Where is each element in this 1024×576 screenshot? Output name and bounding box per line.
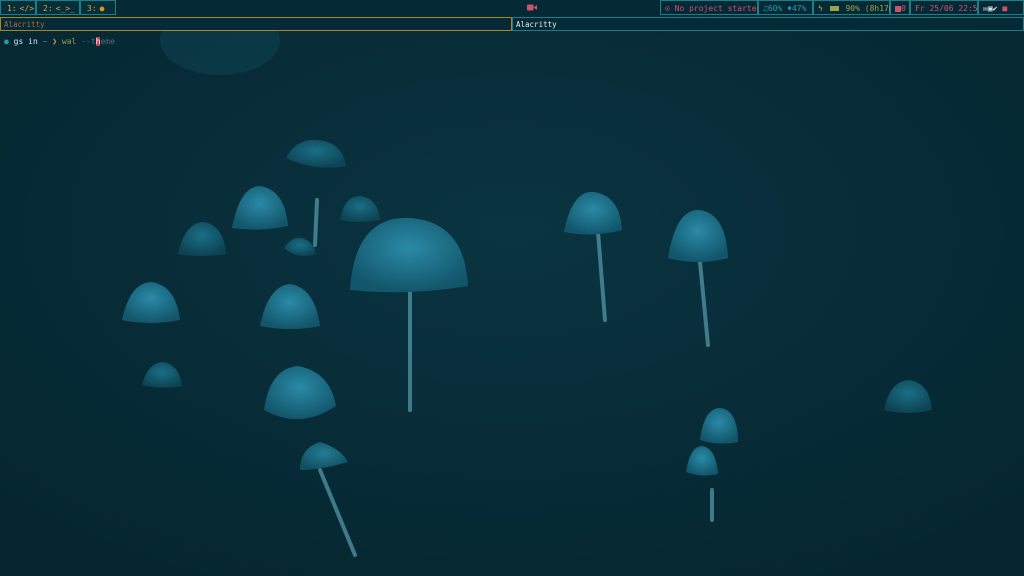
terminal-icon: <_>_ xyxy=(55,4,75,13)
notification-count: 0 xyxy=(901,4,906,13)
window-title-left[interactable]: Alacritty xyxy=(0,17,512,31)
date-text: Fr 25/06 22:51 xyxy=(915,4,983,13)
window-titlebar: Alacritty Alacritty xyxy=(0,17,1024,31)
video-camera-icon[interactable] xyxy=(527,4,537,11)
workspace-3-button[interactable]: 3: ● xyxy=(80,0,116,15)
system-tray: ✉▣✔ ■ xyxy=(978,0,1024,15)
argument-before-cursor: --t xyxy=(81,37,96,46)
workspace-2-button[interactable]: 2: <_>_ xyxy=(36,0,80,15)
audio-module[interactable]: ♫60% ♦47% xyxy=(758,0,813,15)
volume-text: 60% xyxy=(767,4,783,13)
status-bar: 1: </> 2: <_>_ 3: ● ⊙ No project started. ♫… xyxy=(0,0,1024,18)
prompt-directory: ~ xyxy=(42,37,48,46)
terminal-window[interactable]: ● gs in ~ ❯ wal --theme xyxy=(0,31,1024,576)
window-title-right[interactable]: Alacritty xyxy=(512,17,1024,31)
workspace-3-label: 3: xyxy=(87,4,97,13)
date-module[interactable]: Fr 25/06 22:51 xyxy=(910,0,982,15)
prompt-in: in xyxy=(28,37,38,46)
battery-module[interactable]: ϟ 90% (8h17m) xyxy=(813,0,898,15)
time-tracker-module[interactable]: ⊙ No project started. xyxy=(660,0,766,15)
prompt-arrow: ❯ xyxy=(52,37,58,46)
shield-check-icon[interactable]: ✔ xyxy=(993,4,998,13)
mic-text: 47% xyxy=(791,4,807,13)
code-icon: </> xyxy=(19,4,35,13)
charging-icon: ϟ xyxy=(818,4,823,13)
workspace-2-label: 2: xyxy=(43,4,53,13)
lock-icon[interactable]: ■ xyxy=(1002,4,1007,13)
prompt-line: ● gs in ~ ❯ wal --theme xyxy=(4,37,115,47)
notifications-module[interactable]: 0 xyxy=(890,0,910,15)
firefox-icon: ● xyxy=(99,4,105,13)
workspace-1-button[interactable]: 1: </> xyxy=(0,0,36,15)
argument-after-cursor: eme xyxy=(100,37,115,46)
workspace-1-label: 1: xyxy=(7,4,17,13)
timer-text: No project started. xyxy=(674,4,767,13)
battery-icon xyxy=(829,6,839,11)
prompt-user: gs xyxy=(13,37,24,46)
clock-icon: ⊙ xyxy=(665,4,670,13)
command-text: wal xyxy=(61,37,77,46)
prompt-dot-icon: ● xyxy=(4,37,9,46)
